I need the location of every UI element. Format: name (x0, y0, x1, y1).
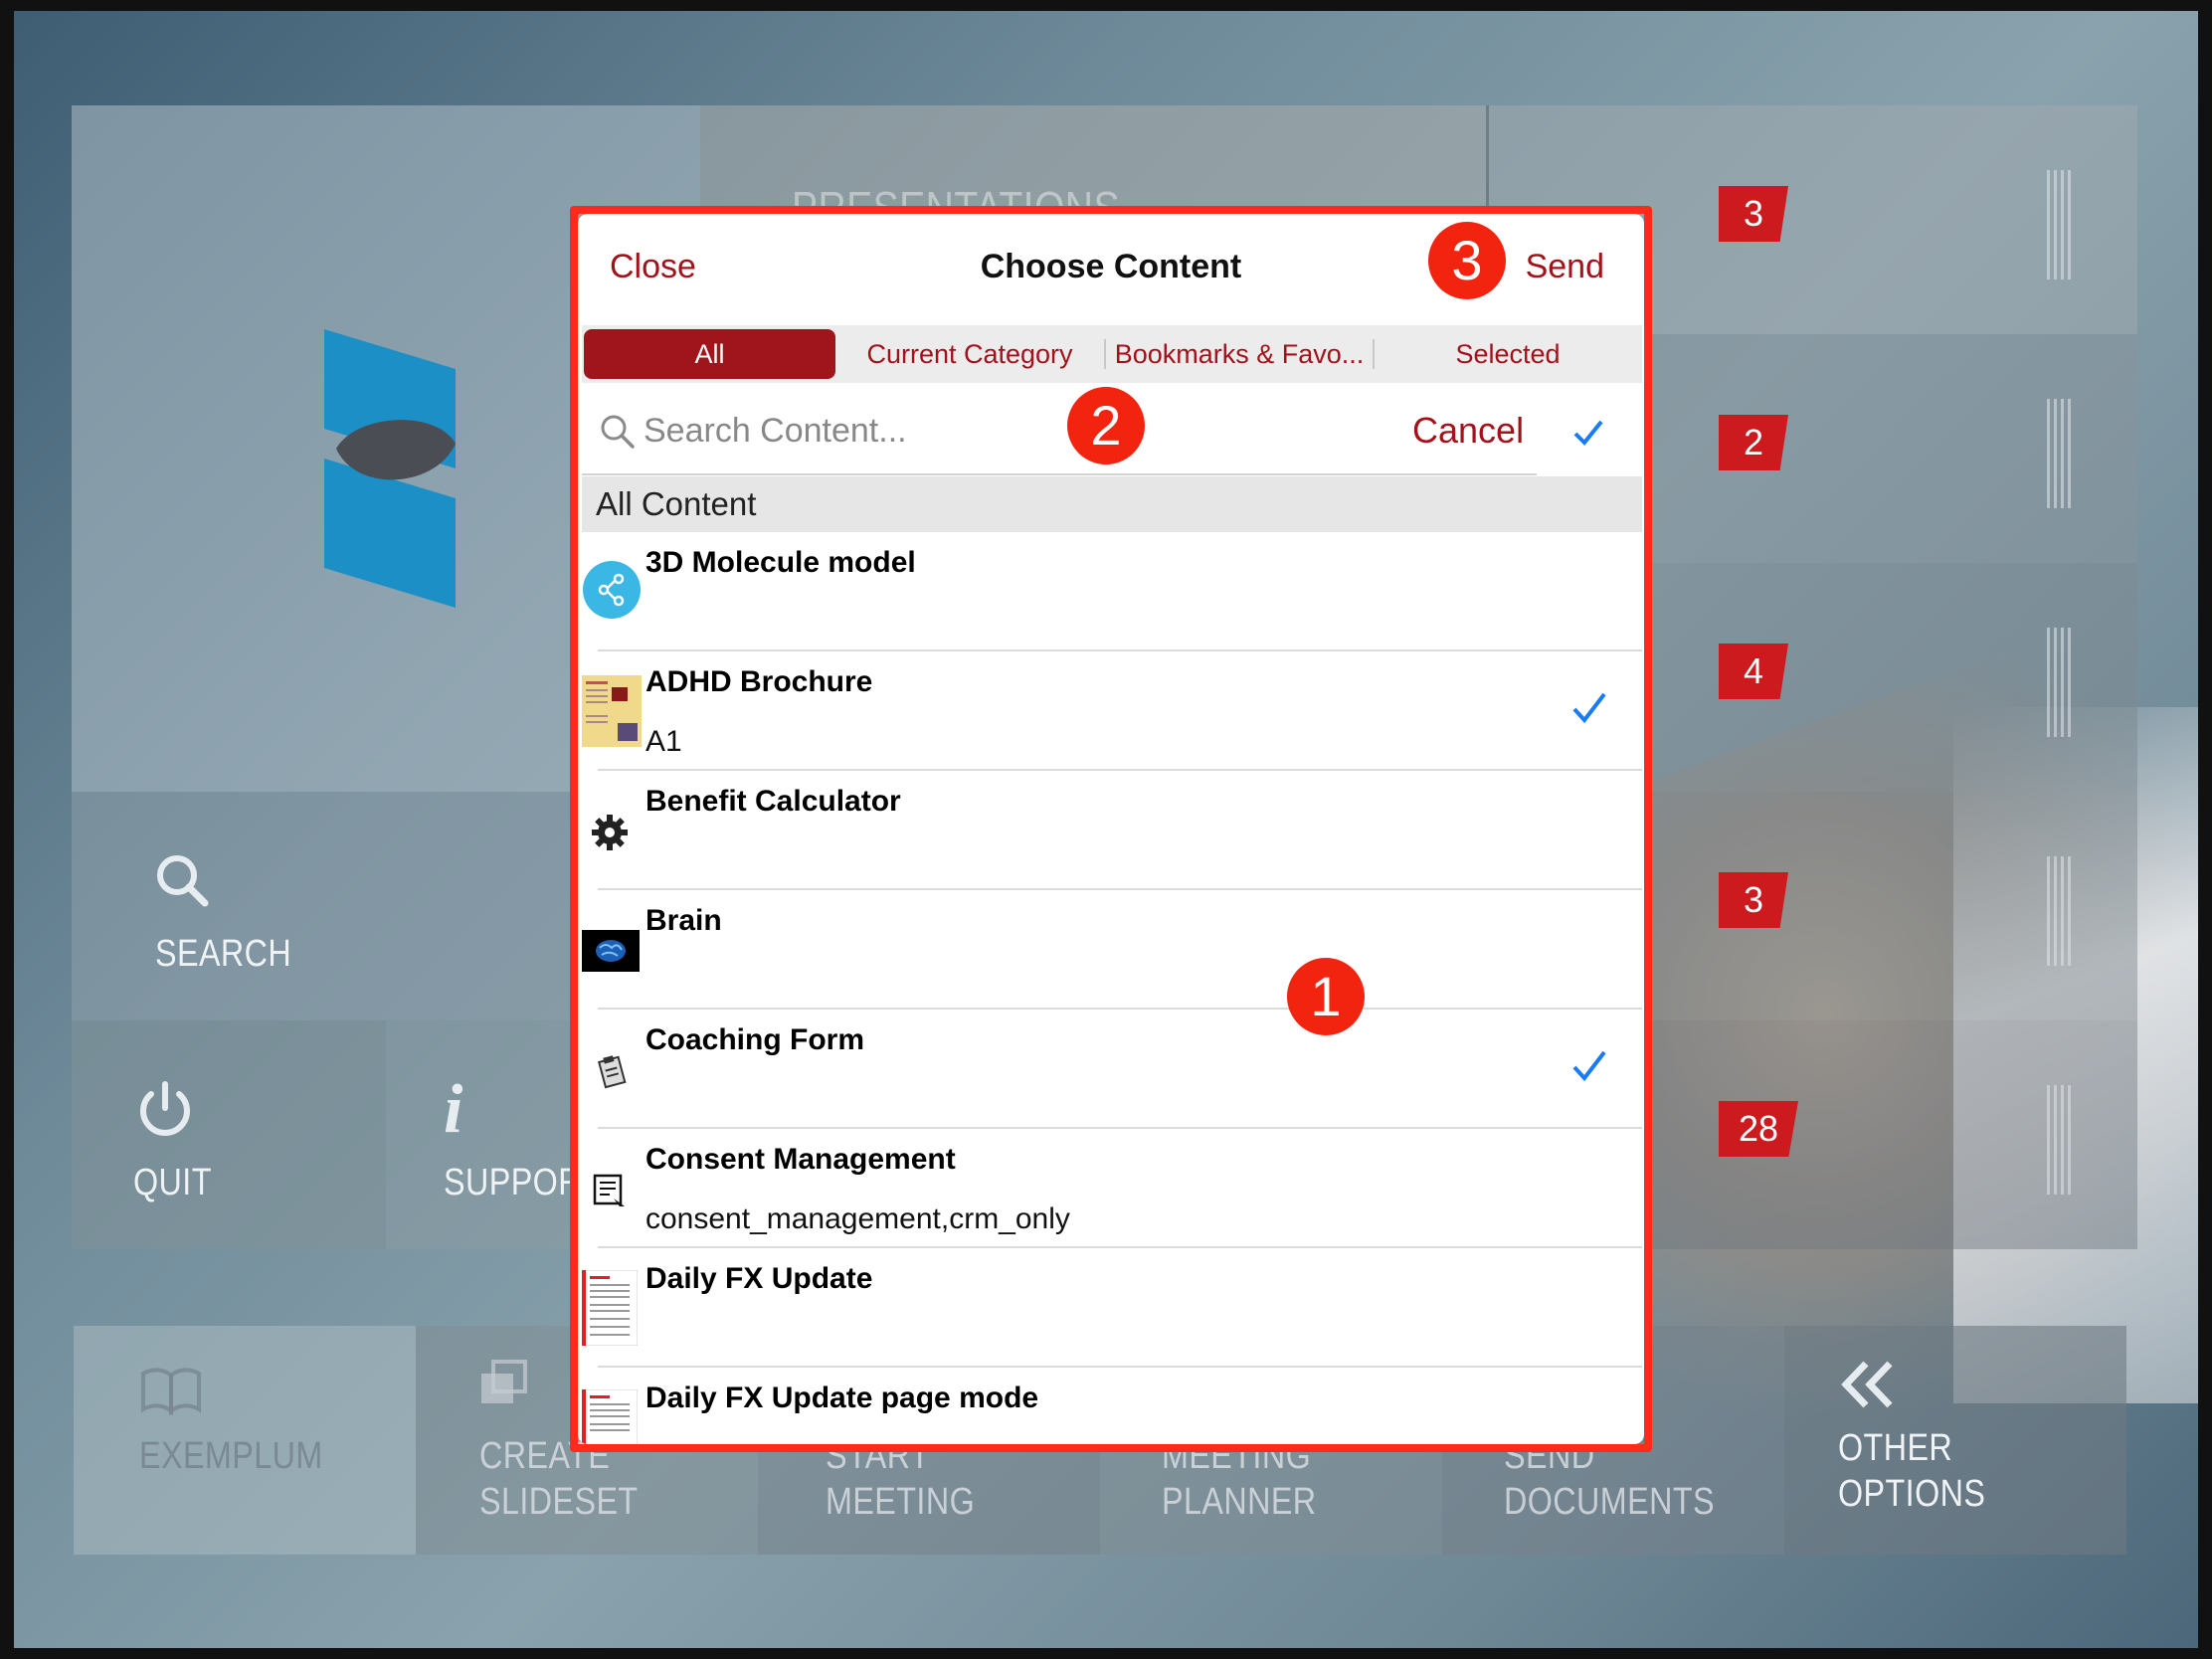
list-item[interactable]: Daily FX Update (582, 1248, 1642, 1368)
selected-checkmark-icon (1572, 692, 1606, 724)
create-slideset-label-line2: SLIDESET (479, 1481, 639, 1523)
share-icon (583, 561, 641, 619)
item-subtitle: A1 (645, 725, 682, 758)
drag-handle-icon[interactable] (2047, 399, 2077, 508)
search-icon (157, 855, 209, 907)
drag-handle-icon[interactable] (2047, 1085, 2077, 1195)
document-thumbnail (582, 1270, 638, 1346)
item-title: ADHD Brochure (645, 665, 873, 698)
callout-marker-1: 1 (1287, 958, 1365, 1035)
item-title: Daily FX Update (645, 1262, 873, 1295)
count-badge: 28 (1719, 1101, 1798, 1157)
exemplum-tile[interactable]: EXEMPLUM (74, 1326, 416, 1555)
segment-current-category[interactable]: Current Category (835, 329, 1104, 379)
info-icon: i (444, 1071, 463, 1148)
list-item[interactable]: 3D Molecule model (582, 532, 1642, 651)
list-item[interactable]: Daily FX Update page mode (582, 1368, 1642, 1444)
count-badge: 3 (1719, 872, 1788, 928)
meeting-planner-label-line2: PLANNER (1162, 1481, 1317, 1523)
drag-handle-icon[interactable] (2047, 628, 2077, 737)
segment-all[interactable]: All (584, 329, 835, 379)
count-badge: 4 (1719, 644, 1788, 699)
item-title: Benefit Calculator (645, 785, 901, 818)
search-tile-label: SEARCH (155, 933, 292, 975)
item-title: Daily FX Update page mode (645, 1382, 1039, 1414)
list-item[interactable]: Coaching Form (582, 1010, 1642, 1129)
item-title: Brain (645, 904, 722, 937)
power-icon (140, 1081, 190, 1136)
clipboard-icon (598, 1055, 627, 1089)
item-title: Coaching Form (645, 1023, 865, 1056)
other-options-tile[interactable]: OTHER OPTIONS (1784, 1326, 2126, 1555)
segment-bookmarks-favorites[interactable]: Bookmarks & Favo... (1106, 329, 1373, 379)
other-options-label-line1: OTHER (1838, 1427, 1953, 1469)
content-list: 3D Molecule model ADHD Brochure A1 Benef… (582, 532, 1642, 1444)
brochure-thumbnail (582, 675, 642, 747)
drag-handle-icon[interactable] (2047, 856, 2077, 966)
count-badge: 3 (1719, 186, 1788, 242)
search-cancel-button[interactable]: Cancel (1412, 410, 1524, 452)
quit-tile[interactable]: QUIT (72, 1020, 386, 1249)
callout-marker-3: 3 (1428, 222, 1506, 299)
form-icon (593, 1174, 625, 1206)
list-item[interactable]: Brain (582, 890, 1642, 1010)
presentations-tile[interactable]: PRESENTATIONS (700, 105, 1486, 231)
send-documents-label-line2: DOCUMENTS (1504, 1481, 1715, 1523)
count-badge: 2 (1719, 415, 1788, 470)
brain-thumbnail (582, 930, 640, 972)
send-button[interactable]: Send (1526, 248, 1604, 286)
select-all-checkmark-icon[interactable] (1571, 418, 1605, 448)
gear-icon (592, 815, 628, 850)
start-meeting-label-line2: MEETING (826, 1481, 976, 1523)
list-item[interactable]: ADHD Brochure A1 (582, 651, 1642, 771)
list-item[interactable]: Consent Management consent_management,cr… (582, 1129, 1642, 1248)
item-title: Consent Management (645, 1143, 956, 1176)
slides-icon (481, 1360, 527, 1403)
support-tile[interactable]: i SUPPORT (386, 1020, 601, 1249)
item-subtitle: consent_management,crm_only (645, 1202, 1070, 1235)
book-icon (141, 1368, 201, 1415)
list-item[interactable]: Benefit Calculator (582, 771, 1642, 890)
segment-selected[interactable]: Selected (1375, 329, 1641, 379)
callout-marker-2: 2 (1067, 387, 1145, 464)
selected-checkmark-icon (1572, 1050, 1606, 1082)
search-tile[interactable]: SEARCH (72, 792, 589, 1020)
section-header: All Content (582, 476, 1642, 532)
search-icon (601, 415, 635, 449)
drag-handle-icon[interactable] (2047, 170, 2077, 279)
double-chevron-left-icon (1841, 1361, 1893, 1408)
filter-segmented-control: All Current Category Bookmarks & Favo...… (582, 325, 1642, 383)
quit-tile-label: QUIT (133, 1162, 212, 1203)
document-thumbnail (582, 1389, 638, 1444)
search-field: Cancel (582, 388, 1537, 475)
item-title: 3D Molecule model (645, 546, 916, 579)
app-logo (324, 329, 456, 608)
exemplum-label: EXEMPLUM (139, 1435, 323, 1477)
other-options-label-line2: OPTIONS (1838, 1473, 1986, 1515)
